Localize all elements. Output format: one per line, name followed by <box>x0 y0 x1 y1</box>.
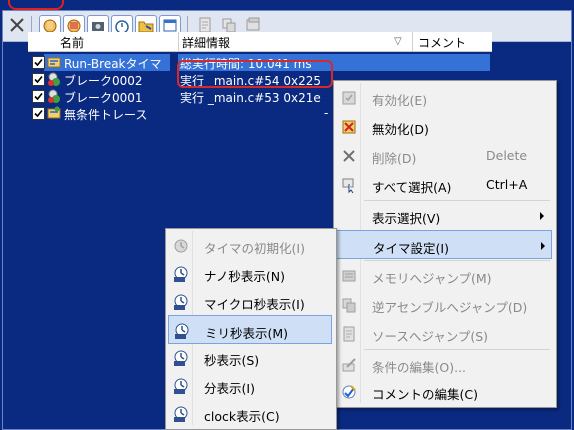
submenu-item-label: 秒表示(S) <box>204 353 260 368</box>
millisecond-icon <box>175 323 189 339</box>
menu-item-label: コメントの編集(C) <box>372 387 478 402</box>
column-divider <box>178 32 179 51</box>
menu-item-label: 有効化(E) <box>372 93 428 108</box>
menu-item-label: 削除(D) <box>372 151 417 166</box>
submenu-item-label: ミリ秒表示(M) <box>205 326 289 341</box>
menu-item-label: 条件の編集(O)... <box>372 360 467 375</box>
menu-item-timer-settings[interactable]: タイマ設定(I) <box>336 230 552 259</box>
submenu-item-label: 分表示(I) <box>204 381 255 396</box>
menu-item-label: メモリへジャンプ(M) <box>372 271 492 286</box>
menu-item-edit-comment[interactable]: コメントの編集(C) <box>336 377 552 406</box>
sort-arrow-icon[interactable]: ▽ <box>394 36 402 47</box>
menu-item-label: 無効化(D) <box>372 122 429 137</box>
event-detail: 実行 _main.c#53 0x21e <box>180 91 321 105</box>
submenu-item-second[interactable]: 秒表示(S) <box>168 343 332 372</box>
minute-icon <box>174 378 188 394</box>
memory-icon <box>342 270 356 282</box>
trace-icon <box>47 106 61 119</box>
delete-icon <box>343 150 355 162</box>
menu-item-label: タイマ設定(I) <box>373 241 449 256</box>
second-icon <box>174 350 188 366</box>
submenu-item-minute[interactable]: 分表示(I) <box>168 371 332 400</box>
close-icon[interactable] <box>7 15 27 35</box>
submenu-item-label: clock表示(C) <box>204 409 280 424</box>
menu-item-shortcut: Ctrl+A <box>486 177 528 192</box>
highlight-annotation <box>177 60 333 88</box>
event-name: Run-Breakタイマ <box>64 57 162 71</box>
menu-item-jump-memory[interactable]: メモリへジャンプ(M) <box>336 261 552 290</box>
submenu-item-nanosecond[interactable]: ナノ秒表示(N) <box>168 259 332 288</box>
timer-event-icon <box>47 57 61 68</box>
checkbox[interactable] <box>32 107 45 120</box>
clock-icon <box>174 406 188 422</box>
menu-item-shortcut: Delete <box>486 148 528 163</box>
disassemble-icon <box>342 298 356 313</box>
timer-submenu: タイマの初期化(I) ナノ秒表示(N) マイクロ秒表示(I) ミリ秒表示(M) … <box>165 228 337 430</box>
menu-item-delete[interactable]: 削除(D) Delete <box>336 141 552 170</box>
column-name-header[interactable]: 名前 <box>60 34 84 51</box>
column-comment-header[interactable]: コメント <box>418 34 466 51</box>
breakpoint-icon <box>48 89 60 103</box>
breakpoint-icon <box>48 72 60 86</box>
column-divider <box>412 32 413 51</box>
source-icon <box>343 326 355 342</box>
event-name: 無条件トレース <box>64 108 148 122</box>
submenu-item-millisecond[interactable]: ミリ秒表示(M) <box>168 315 332 344</box>
menu-item-select-all[interactable]: すべて選択(A) Ctrl+A <box>336 170 552 199</box>
submenu-arrow-icon <box>541 242 545 250</box>
column-detail-header[interactable]: 詳細情報 <box>182 34 230 51</box>
submenu-arrow-icon <box>540 212 544 220</box>
menu-item-jump-disassemble[interactable]: 逆アセンブルへジャンプ(D) <box>336 290 552 319</box>
event-detail: - <box>324 106 329 120</box>
checkbox[interactable] <box>32 56 45 69</box>
checkbox[interactable] <box>32 90 45 103</box>
submenu-item-clock[interactable]: clock表示(C) <box>168 399 332 428</box>
select-all-icon <box>342 178 354 194</box>
list-header: 名前 詳細情報 ▽ コメント <box>28 32 492 52</box>
submenu-item-label: ナノ秒表示(N) <box>204 269 285 284</box>
menu-item-disable[interactable]: 無効化(D) <box>336 112 552 141</box>
microsecond-icon <box>174 294 188 310</box>
checkbox[interactable] <box>32 73 45 86</box>
menu-item-label: 逆アセンブルへジャンプ(D) <box>372 300 528 315</box>
menu-item-label: 表示選択(V) <box>372 211 441 226</box>
menu-item-edit-condition[interactable]: 条件の編集(O)... <box>336 350 552 379</box>
menu-item-label: ソースへジャンプ(S) <box>372 329 489 344</box>
menu-item-label: すべて選択(A) <box>372 180 452 195</box>
nanosecond-icon <box>174 266 188 282</box>
menu-item-jump-source[interactable]: ソースへジャンプ(S) <box>336 319 552 348</box>
context-menu: 有効化(E) 無効化(D) 削除(D) Delete すべて選択(A) Ctrl… <box>333 80 557 408</box>
submenu-item-reset-timer[interactable]: タイマの初期化(I) <box>168 231 332 260</box>
edit-condition-icon <box>342 358 356 372</box>
annotation-mark <box>8 0 64 10</box>
submenu-item-label: マイクロ秒表示(I) <box>204 297 305 312</box>
disable-icon <box>342 120 356 134</box>
submenu-item-label: タイマの初期化(I) <box>204 241 305 256</box>
reset-timer-icon <box>174 239 188 253</box>
menu-item-view-select[interactable]: 表示選択(V) <box>336 201 552 230</box>
event-name: ブレーク0001 <box>64 91 143 105</box>
submenu-item-microsecond[interactable]: マイクロ秒表示(I) <box>168 287 332 316</box>
enable-icon <box>342 91 356 105</box>
event-name: ブレーク0002 <box>64 74 143 88</box>
title-strip <box>0 0 574 10</box>
edit-comment-icon <box>342 385 356 399</box>
menu-item-enable[interactable]: 有効化(E) <box>336 83 552 112</box>
